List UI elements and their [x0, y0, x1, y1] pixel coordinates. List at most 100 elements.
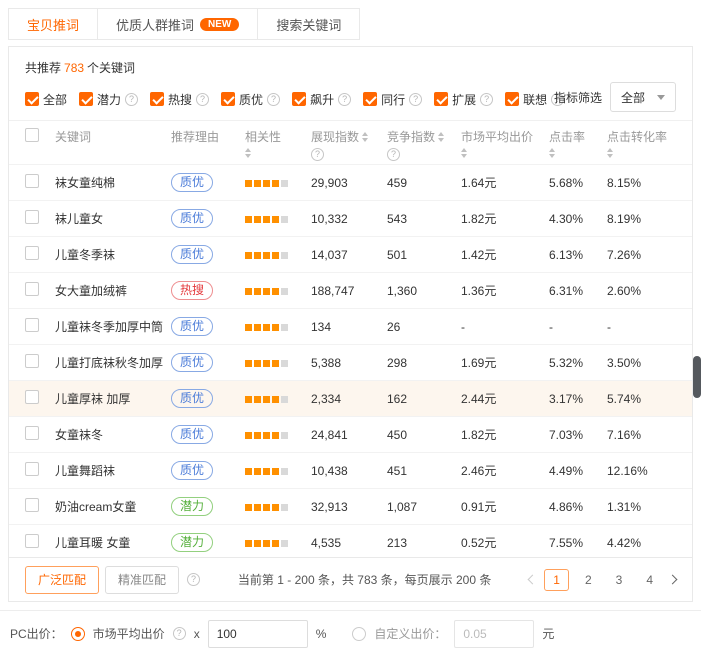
row-checkbox[interactable]: [25, 282, 39, 296]
filter-label: 潜力: [97, 91, 121, 108]
table-row: 袜儿童女 质优 10,332 543 1.82元 4.30% 8.19%: [9, 200, 692, 236]
info-icon[interactable]: [387, 148, 400, 161]
row-checkbox[interactable]: [25, 354, 39, 368]
row-checkbox[interactable]: [25, 498, 39, 512]
row-checkbox[interactable]: [25, 390, 39, 404]
competition-cell: 450: [387, 428, 461, 442]
page-button-2[interactable]: 2: [577, 570, 600, 590]
info-icon[interactable]: [196, 93, 209, 106]
ctr-cell: 7.03%: [549, 428, 607, 442]
tab-audience-recommend[interactable]: 优质人群推词NEW: [98, 9, 258, 39]
cvr-cell: 3.50%: [607, 356, 679, 370]
reason-badge: 质优: [171, 389, 213, 408]
sort-icon[interactable]: [438, 132, 444, 142]
impressions-cell: 14,037: [311, 248, 387, 262]
impressions-cell: 29,903: [311, 176, 387, 190]
reason-badge: 质优: [171, 353, 213, 372]
avg-bid-cell: 1.36元: [461, 282, 549, 299]
cvr-cell: -: [607, 320, 679, 334]
sort-icon[interactable]: [362, 132, 368, 142]
panel-top: 共推荐783个关键词 全部 潜力 热搜 质优 飙升 同行 扩展 联想 指标筛选 …: [9, 47, 692, 120]
row-checkbox[interactable]: [25, 210, 39, 224]
avg-bid-cell: 1.82元: [461, 210, 549, 227]
cvr-cell: 1.31%: [607, 500, 679, 514]
custom-price-radio[interactable]: [352, 627, 366, 641]
custom-bid-input[interactable]: [454, 620, 534, 648]
info-icon[interactable]: [338, 93, 351, 106]
row-checkbox[interactable]: [25, 426, 39, 440]
row-checkbox[interactable]: [25, 246, 39, 260]
keyword-cell: 儿童耳暖 女童: [55, 534, 171, 551]
keyword-cell: 奶油cream女童: [55, 498, 171, 515]
table-row: 女童袜冬 质优 24,841 450 1.82元 7.03% 7.16%: [9, 416, 692, 452]
filter-item-quality[interactable]: 质优: [221, 91, 280, 108]
relevance-bars: [245, 252, 288, 259]
select-all-checkbox[interactable]: [25, 128, 39, 142]
sort-icon[interactable]: [549, 148, 555, 158]
keyword-cell: 女大童加绒裤: [55, 282, 171, 299]
filter-item-rising[interactable]: 飙升: [292, 91, 351, 108]
info-icon[interactable]: [125, 93, 138, 106]
competition-cell: 26: [387, 320, 461, 334]
tab-label: 搜索关键词: [276, 15, 341, 34]
col-competition: 竞争指数: [387, 128, 435, 145]
sort-icon[interactable]: [607, 148, 613, 158]
col-impressions: 展现指数: [311, 128, 359, 145]
avg-bid-cell: 1.42元: [461, 246, 549, 263]
competition-cell: 543: [387, 212, 461, 226]
table-row: 儿童耳暖 女童 潜力 4,535 213 0.52元 7.55% 4.42%: [9, 524, 692, 560]
cvr-cell: 2.60%: [607, 284, 679, 298]
table-footer: 广泛匹配 精准匹配 当前第 1 - 200 条，共 783 条，每页展示 200…: [9, 557, 692, 601]
keyword-cell: 女童袜冬: [55, 426, 171, 443]
info-icon[interactable]: [311, 148, 324, 161]
selected-option: 全部: [621, 89, 645, 106]
reason-badge: 质优: [171, 173, 213, 192]
info-icon[interactable]: [173, 627, 186, 640]
precise-match-button[interactable]: 精准匹配: [105, 566, 179, 594]
cvr-cell: 5.74%: [607, 392, 679, 406]
row-checkbox[interactable]: [25, 462, 39, 476]
ctr-cell: 5.32%: [549, 356, 607, 370]
tab-item-recommend[interactable]: 宝贝推词: [9, 9, 98, 39]
avg-bid-cell: 2.46元: [461, 462, 549, 479]
relevance-bars: [245, 216, 288, 223]
row-checkbox[interactable]: [25, 534, 39, 548]
impressions-cell: 32,913: [311, 500, 387, 514]
filter-item-peer[interactable]: 同行: [363, 91, 422, 108]
info-icon[interactable]: [409, 93, 422, 106]
relevance-bars: [245, 180, 288, 187]
info-icon[interactable]: [480, 93, 493, 106]
page-button-3[interactable]: 3: [608, 570, 631, 590]
filter-row: 全部 潜力 热搜 质优 飙升 同行 扩展 联想 指标筛选 全部: [25, 86, 676, 112]
page-button-4[interactable]: 4: [638, 570, 661, 590]
info-icon[interactable]: [267, 93, 280, 106]
avg-bid-cell: 1.64元: [461, 174, 549, 191]
sort-icon[interactable]: [245, 148, 251, 158]
filter-item-hot-search[interactable]: 热搜: [150, 91, 209, 108]
filter-item-expand[interactable]: 扩展: [434, 91, 493, 108]
relevance-bars: [245, 396, 288, 403]
sort-icon[interactable]: [461, 148, 467, 158]
tab-search-keywords[interactable]: 搜索关键词: [258, 9, 359, 39]
bid-percent-input[interactable]: [208, 620, 308, 648]
row-checkbox[interactable]: [25, 174, 39, 188]
metric-filter-select[interactable]: 全部: [610, 82, 676, 112]
page-button-1[interactable]: 1: [544, 569, 569, 591]
checkbox-icon: [363, 92, 377, 106]
impressions-cell: 10,332: [311, 212, 387, 226]
broad-match-button[interactable]: 广泛匹配: [25, 566, 99, 594]
info-icon[interactable]: [187, 573, 200, 586]
market-price-radio[interactable]: [71, 627, 85, 641]
filter-item-all[interactable]: 全部: [25, 91, 67, 108]
impressions-cell: 10,438: [311, 464, 387, 478]
filter-item-potential[interactable]: 潜力: [79, 91, 138, 108]
vertical-scrollbar[interactable]: [693, 356, 701, 398]
col-reason: 推荐理由: [171, 128, 219, 145]
pc-bid-bar: PC出价： 市场平均出价 x % 自定义出价： 元: [0, 610, 701, 650]
ctr-cell: 4.30%: [549, 212, 607, 226]
next-page-icon[interactable]: [668, 575, 678, 585]
row-checkbox[interactable]: [25, 318, 39, 332]
prev-page-icon[interactable]: [528, 575, 538, 585]
keyword-cell: 儿童厚袜 加厚: [55, 390, 171, 407]
keyword-cell: 袜儿童女: [55, 210, 171, 227]
